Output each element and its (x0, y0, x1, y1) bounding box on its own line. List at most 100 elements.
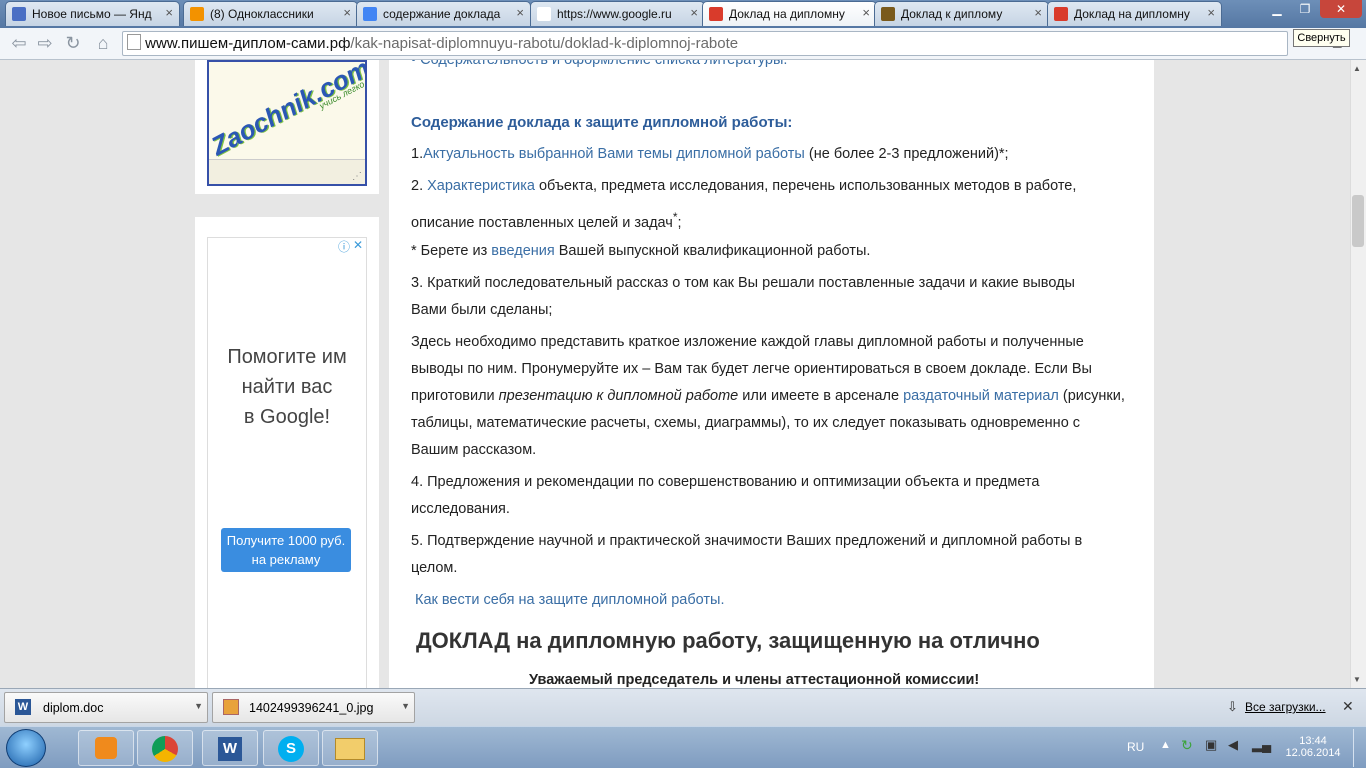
chevron-down-icon[interactable]: ▼ (194, 701, 203, 711)
word-icon[interactable]: W (202, 730, 258, 766)
tab-4[interactable]: https://www.google.ru × (530, 1, 705, 26)
address-bar[interactable]: www.пишем-диплом-сами.рф/kak-napisat-dip… (122, 31, 1288, 56)
para-line-3-a: приготовили (411, 388, 499, 404)
clock-time: 13:44 (1299, 735, 1327, 747)
item-5-line-2: целом. (411, 560, 458, 576)
handout-link[interactable]: раздаточный материал (903, 388, 1059, 404)
clock-date: 12.06.2014 (1285, 747, 1341, 759)
show-desktop-button[interactable] (1353, 729, 1366, 767)
para-line-3: приготовили презентацию к дипломной рабо… (411, 388, 1125, 404)
close-tab-icon[interactable]: × (862, 5, 870, 20)
google-icon (363, 7, 377, 21)
item-1: 1.Актуальность выбранной Вами темы дипло… (411, 146, 1009, 162)
footnote: * Берете из введения Вашей выпускной ква… (411, 243, 870, 259)
tab-title: Доклад к диплому (901, 7, 1003, 21)
network-icon[interactable]: ▂▄ (1252, 737, 1271, 753)
google-ad[interactable]: ⓘ ✕ Помогите им найти вас в Google! Полу… (207, 237, 367, 688)
maximize-button[interactable]: ❐ (1292, 0, 1318, 18)
scroll-down-icon[interactable]: ▼ (1353, 675, 1361, 684)
vertical-scrollbar[interactable]: ▲ ▼ (1350, 60, 1366, 688)
close-tab-icon[interactable]: × (1207, 5, 1215, 20)
sync-icon[interactable]: ↻ (1181, 737, 1193, 754)
show-hidden-icons[interactable]: ▲ (1160, 739, 1171, 751)
language-indicator[interactable]: RU (1127, 740, 1144, 754)
item-5-line-1: 5. Подтверждение научной и практической … (411, 533, 1083, 549)
para-line-3-b: или имеете в арсенале (738, 388, 904, 404)
ad-line-3: в Google! (243, 406, 331, 428)
literature-link[interactable]: • Содержательность и оформление списка л… (411, 60, 787, 68)
scroll-up-icon[interactable]: ▲ (1353, 64, 1361, 73)
para-line-4: таблицы, математические расчеты, схемы, … (411, 415, 1081, 431)
zaochnik-logo: Zaochnik.com (207, 60, 367, 162)
zaochnik-banner[interactable]: Zaochnik.com учись легко ⋰ (207, 60, 367, 186)
page-icon (537, 7, 551, 21)
item-2-end: ; (677, 214, 682, 231)
item-3-line-1: 3. Краткий последовательный рассказ о то… (411, 275, 1075, 291)
item-2-line-2-text: описание поставленных целей и задач (411, 214, 673, 231)
chevron-down-icon[interactable]: ▼ (401, 701, 410, 711)
explorer-icon[interactable] (322, 730, 378, 766)
introduction-link[interactable]: введения (491, 243, 554, 259)
tab-title: Доклад на дипломну (1074, 7, 1190, 21)
download-item-jpg[interactable]: 1402499396241_0.jpg ▼ (212, 692, 415, 723)
relevance-link[interactable]: Актуальность выбранной Вами темы дипломн… (423, 146, 805, 162)
back-icon[interactable]: ⇦ (8, 32, 30, 54)
close-downloads-icon[interactable]: ✕ (1342, 698, 1354, 715)
para-line-1: Здесь необходимо представить краткое изл… (411, 334, 1084, 350)
image-file-icon (223, 699, 239, 715)
close-tab-icon[interactable]: × (343, 5, 351, 20)
greeting: Уважаемый председатель и члены аттестаци… (529, 672, 980, 688)
item-2-num: 2. (411, 178, 428, 194)
close-window-button[interactable]: ✕ (1320, 0, 1362, 18)
tab-6[interactable]: Доклад к диплому × (874, 1, 1049, 26)
forward-icon[interactable]: ⇨ (34, 32, 56, 54)
adchoices-icon[interactable]: ⓘ (338, 238, 350, 255)
banner-footer (209, 159, 365, 184)
tab-7[interactable]: Доклад на дипломну × (1047, 1, 1222, 26)
site-5plus-icon (709, 7, 723, 21)
page-icon (127, 34, 141, 50)
behavior-link[interactable]: Как вести себя на защите дипломной работ… (415, 592, 724, 608)
ad-line-2: найти вас (241, 376, 333, 398)
tab-title: содержание доклада (383, 7, 501, 21)
item-2-rest: объекта, предмета исследования, перечень… (534, 178, 1077, 194)
ad-cta-button[interactable]: Получите 1000 руб. на рекламу (221, 528, 351, 572)
device-icon[interactable]: ▣ (1205, 737, 1217, 753)
characteristic-link[interactable]: Характеристика (427, 178, 535, 194)
tab-2[interactable]: (8) Одноклассники × (183, 1, 358, 26)
item-3-line-2: Вами были сделаны; (411, 302, 553, 318)
close-tab-icon[interactable]: × (165, 5, 173, 20)
tab-3[interactable]: содержание доклада × (356, 1, 531, 26)
close-tab-icon[interactable]: × (516, 5, 524, 20)
close-ad-icon[interactable]: ✕ (353, 238, 363, 252)
site-5plus-icon (1054, 7, 1068, 21)
item-1-num: 1. (411, 146, 424, 162)
tab-1[interactable]: Новое письмо — Янд × (5, 1, 180, 26)
reload-icon[interactable]: ↻ (62, 32, 84, 54)
tab-5[interactable]: Доклад на дипломну × (702, 1, 877, 26)
media-player-icon[interactable] (78, 730, 134, 766)
scrollbar-thumb[interactable] (1352, 195, 1364, 247)
close-tab-icon[interactable]: × (690, 5, 698, 20)
footnote-start: * Берете из (411, 243, 492, 259)
download-item-jpg-name: 1402499396241_0.jpg (249, 701, 374, 715)
start-button[interactable] (6, 729, 46, 767)
url-path: /kak-napisat-diplomnuyu-rabotu/doklad-k-… (350, 35, 739, 52)
home-icon[interactable]: ⌂ (92, 32, 114, 54)
para-line-3-c: (рисунки, (1058, 388, 1125, 404)
clock[interactable]: 13:44 12.06.2014 (1285, 735, 1341, 759)
download-item-doc[interactable]: W diplom.doc ▼ (4, 692, 208, 723)
skype-icon[interactable]: S (263, 730, 319, 766)
chrome-icon[interactable] (137, 730, 193, 766)
item-2-line-2: описание поставленных целей и задач*; (411, 210, 682, 231)
all-downloads-link[interactable]: Все загрузки... (1245, 700, 1326, 714)
url-host: www.пишем-диплом-сами.рф (145, 35, 351, 52)
tab-title: Доклад на дипломну (729, 7, 845, 21)
windows-taskbar: W S RU ▲ ↻ ▣ ◀ ▂▄ 13:44 12.06.2014 (0, 726, 1366, 768)
download-item-doc-name: diplom.doc (43, 701, 104, 715)
mail-icon (12, 7, 26, 21)
resize-grip-icon: ⋰ (352, 171, 362, 182)
close-tab-icon[interactable]: × (1034, 5, 1042, 20)
minimize-button[interactable]: ▁ (1264, 0, 1290, 18)
volume-icon[interactable]: ◀ (1228, 737, 1238, 753)
